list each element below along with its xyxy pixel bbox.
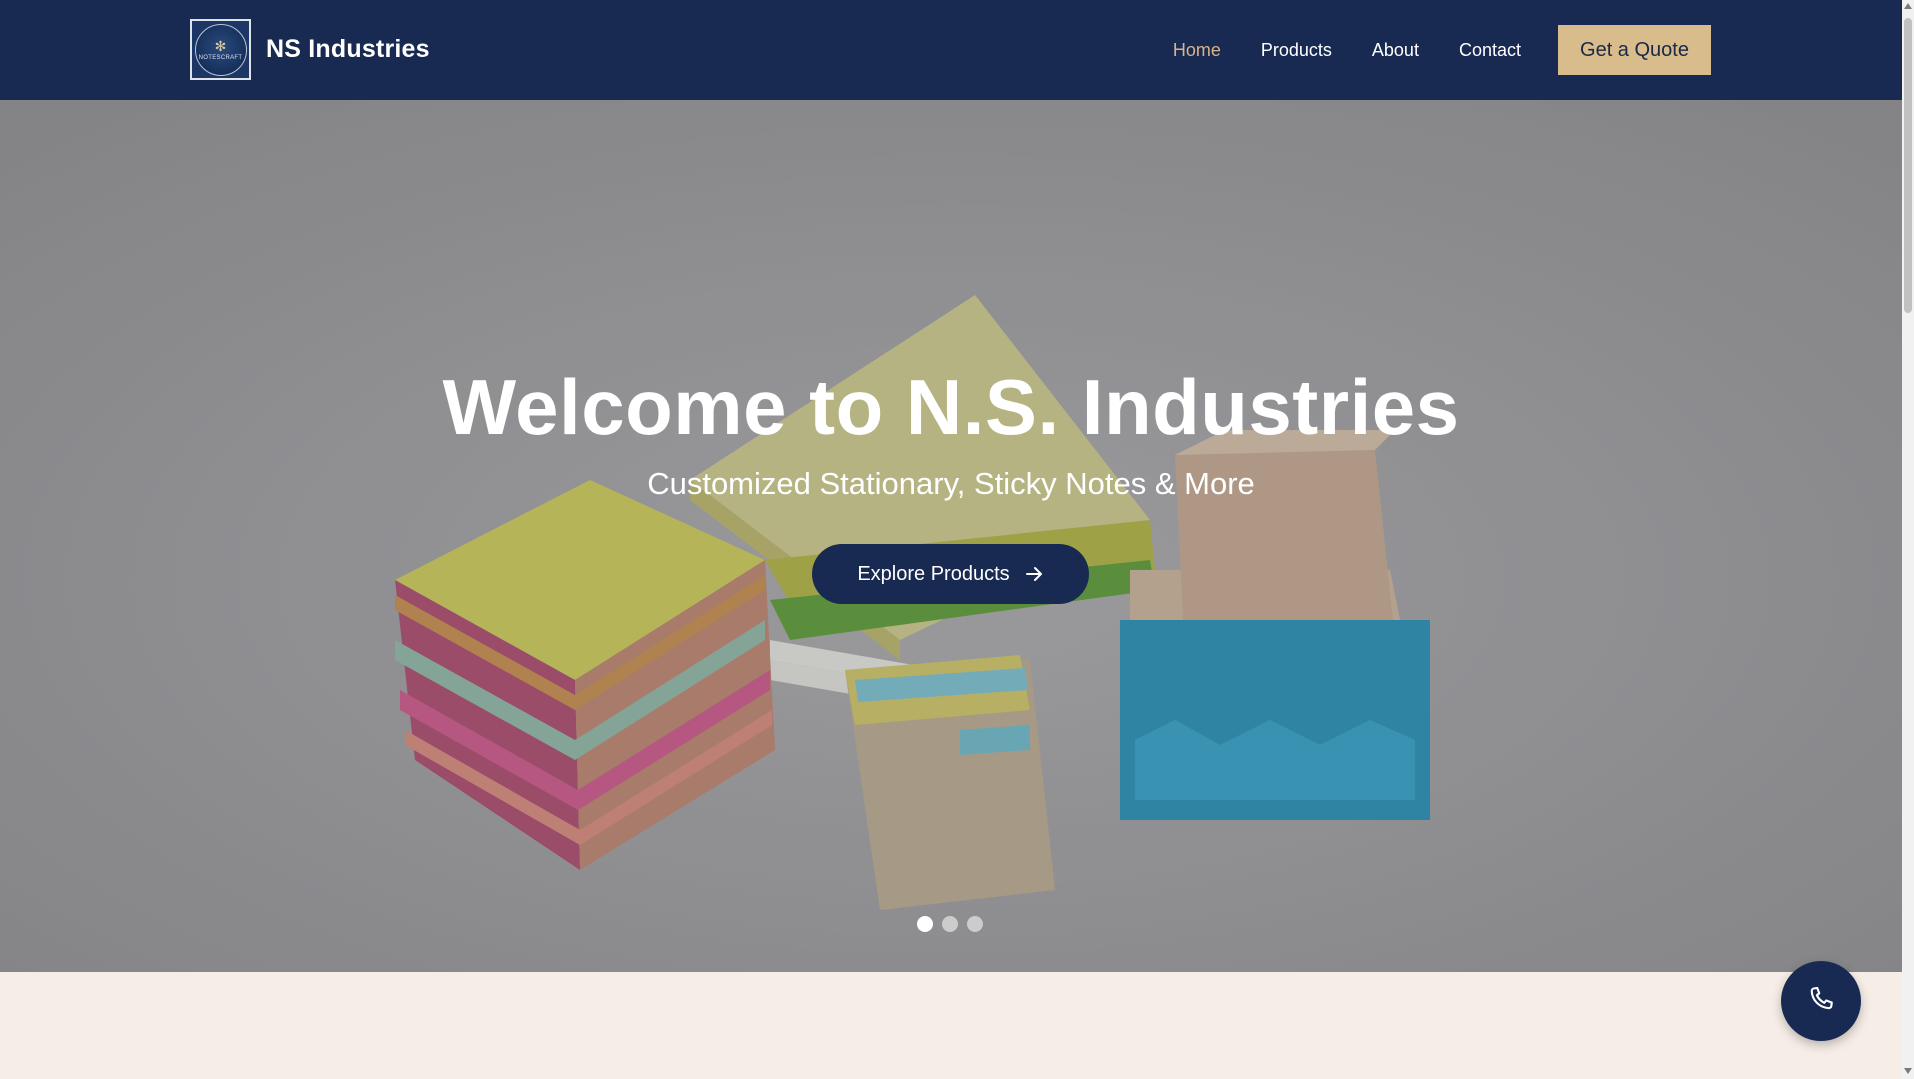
hero-carousel: Welcome to N.S. Industries Customized St…: [0, 100, 1902, 972]
carousel-indicators: [917, 916, 992, 932]
logo[interactable]: ✻ NOTESCRAFT: [190, 19, 251, 80]
explore-products-label: Explore Products: [857, 562, 1010, 585]
logo-text: NOTESCRAFT: [198, 54, 243, 61]
scroll-thumb[interactable]: [1904, 18, 1912, 313]
scroll-down-arrow-icon[interactable]: [1904, 1068, 1912, 1074]
star-icon: ✻: [214, 37, 227, 54]
nav-link-products[interactable]: Products: [1261, 40, 1332, 61]
phone-icon: [1806, 984, 1836, 1019]
navbar: ✻ NOTESCRAFT NS Industries Home Products…: [0, 0, 1902, 100]
carousel-dot-1[interactable]: [917, 916, 933, 932]
logo-badge: ✻ NOTESCRAFT: [194, 23, 247, 76]
arrow-right-icon: [1024, 564, 1044, 584]
brand[interactable]: ✻ NOTESCRAFT NS Industries: [190, 19, 430, 80]
hero-overlay: [0, 100, 1902, 972]
scroll-up-arrow-icon[interactable]: [1904, 3, 1912, 9]
nav-link-contact[interactable]: Contact: [1459, 40, 1521, 61]
carousel-dot-2[interactable]: [942, 916, 958, 932]
get-quote-button[interactable]: Get a Quote: [1558, 25, 1711, 75]
main-nav: Home Products About Contact: [1173, 0, 1521, 100]
nav-link-about[interactable]: About: [1372, 40, 1419, 61]
hero-subtitle: Customized Stationary, Sticky Notes & Mo…: [647, 466, 1255, 501]
brand-name[interactable]: NS Industries: [266, 35, 430, 64]
page-scrollbar[interactable]: [1902, 0, 1914, 1079]
hero-title: Welcome to N.S. Industries: [442, 363, 1460, 451]
phone-call-button[interactable]: [1781, 961, 1861, 1041]
carousel-dot-3[interactable]: [967, 916, 983, 932]
nav-link-home[interactable]: Home: [1173, 40, 1221, 61]
explore-products-button[interactable]: Explore Products: [812, 544, 1089, 604]
